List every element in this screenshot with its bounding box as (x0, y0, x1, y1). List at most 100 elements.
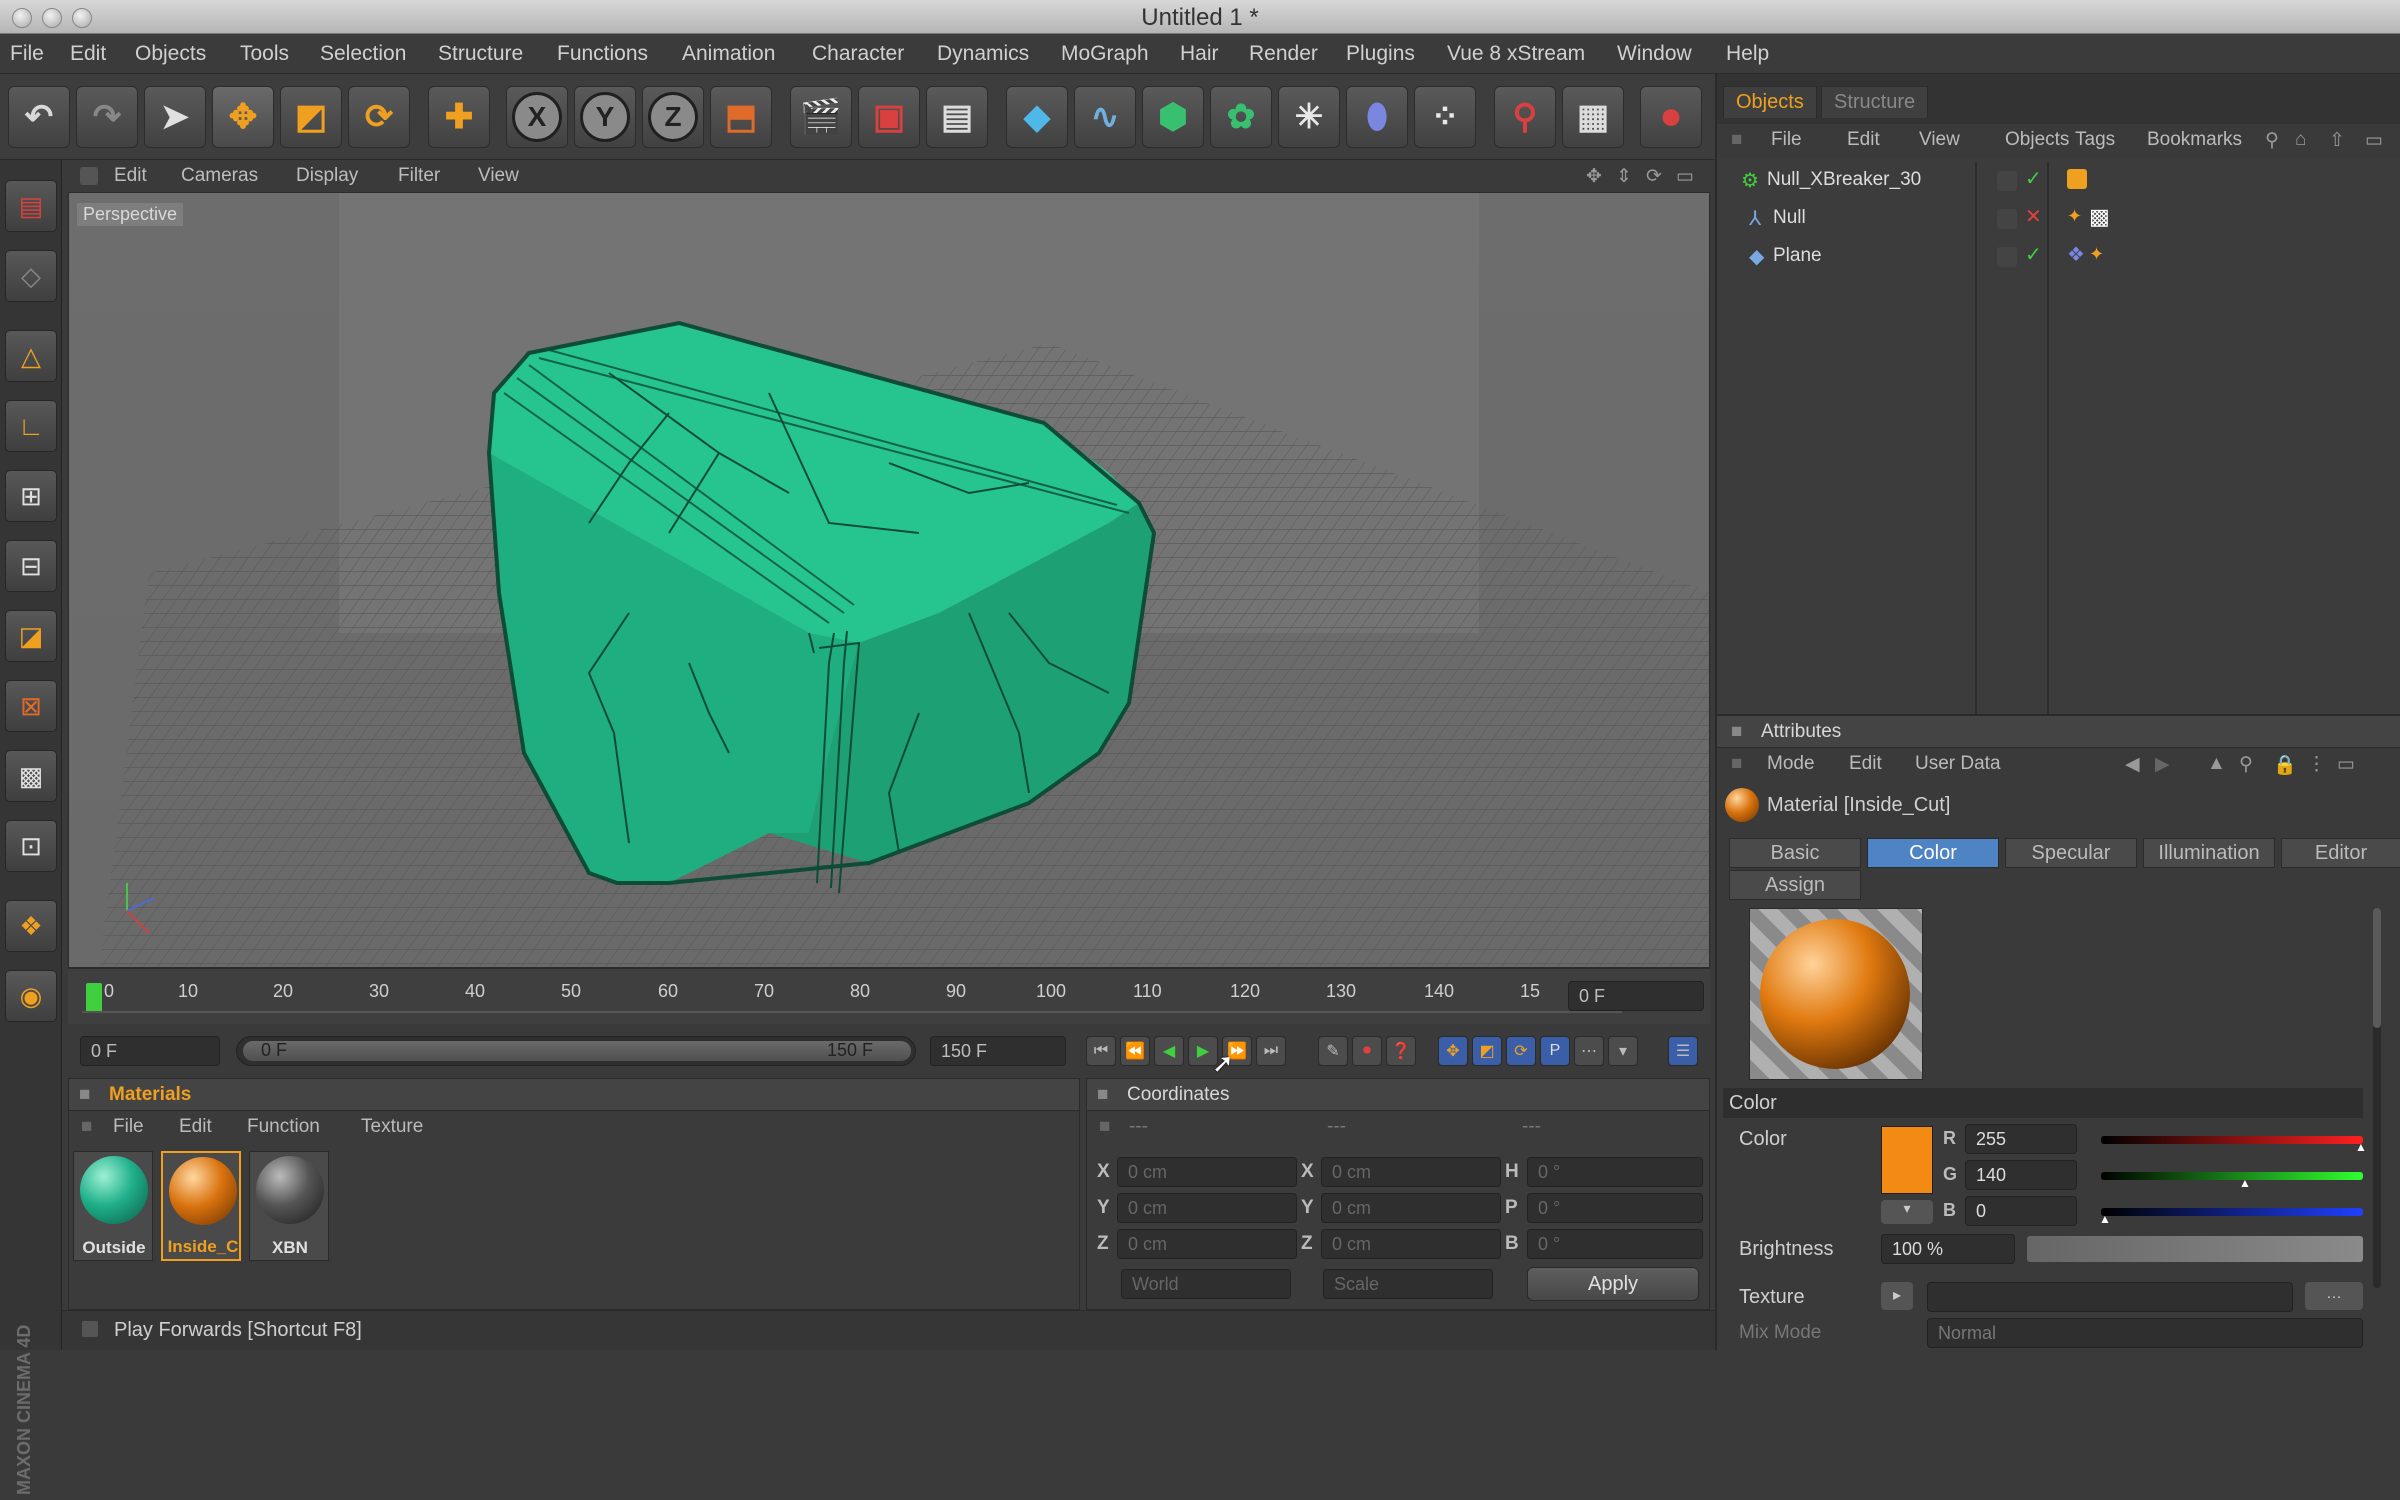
viewport-rotate-icon[interactable]: ⟳ (1646, 165, 1662, 188)
om-menu-file[interactable]: File (1771, 129, 1802, 151)
light-icon[interactable]: ⚲ (1494, 86, 1556, 148)
coordinates-toggle-icon[interactable]: ■ (1099, 1116, 1110, 1138)
dynamics-tag-icon[interactable]: ❖ (2067, 242, 2085, 267)
rot-p-field[interactable]: 0 ° (1527, 1193, 1703, 1223)
texture-menu-button[interactable]: ▸ (1881, 1282, 1913, 1310)
om-maximize-icon[interactable]: ▭ (2365, 129, 2383, 152)
enabled-check-icon[interactable]: ✓ (2025, 242, 2042, 267)
materials-menu-texture[interactable]: Texture (361, 1116, 423, 1138)
pos-y-field[interactable]: 0 cm (1117, 1193, 1297, 1223)
color-section-header[interactable]: Color (1723, 1088, 2363, 1118)
viewport-move-icon[interactable]: ✥ (1586, 165, 1602, 188)
undo-icon[interactable]: ↶ (8, 86, 70, 148)
blue-slider[interactable] (2101, 1208, 2363, 1216)
redo-icon[interactable]: ↷ (76, 86, 138, 148)
tab-illumination[interactable]: Illumination (2143, 838, 2275, 868)
workplane-icon[interactable]: ⊡ (5, 820, 57, 872)
viewport-toggle-icon[interactable] (80, 167, 98, 185)
blue-slider-handle[interactable]: ▲ (2099, 1212, 2111, 1226)
render-view-icon[interactable]: 🎬 (790, 86, 852, 148)
disabled-x-icon[interactable]: ✕ (2025, 204, 2042, 229)
menu-structure[interactable]: Structure (438, 42, 523, 66)
green-slider-handle[interactable]: ▲ (2239, 1176, 2251, 1190)
menu-functions[interactable]: Functions (557, 42, 648, 66)
start-frame-field[interactable]: 0 F (80, 1036, 220, 1066)
render-picture-viewer-icon[interactable]: ▣ (858, 86, 920, 148)
key-pla-icon[interactable]: ⋯ (1574, 1036, 1604, 1066)
tab-basic[interactable]: Basic (1729, 838, 1861, 868)
material-swatch-inside[interactable]: Inside_C (161, 1151, 241, 1261)
scale-icon[interactable]: ◩ (280, 86, 342, 148)
attr-menu-mode[interactable]: Mode (1767, 753, 1815, 775)
material-preview[interactable] (1749, 908, 1923, 1080)
sculpt-icon[interactable]: ◉ (5, 970, 57, 1022)
visibility-dots-icon[interactable] (1997, 247, 2017, 267)
om-menu-view[interactable]: View (1919, 129, 1960, 151)
size-mode-dropdown[interactable]: Scale (1323, 1269, 1493, 1299)
mix-mode-dropdown[interactable]: Normal (1927, 1318, 2363, 1348)
om-home-icon[interactable]: ⌂ (2295, 129, 2306, 151)
go-to-end-icon[interactable]: ⏭ (1256, 1036, 1286, 1066)
materials-menu-function[interactable]: Function (247, 1116, 320, 1138)
mograph-icon[interactable]: ⏺ (1640, 86, 1702, 148)
deformer-icon[interactable]: ⬮ (1346, 86, 1408, 148)
om-menu-bookmarks[interactable]: Bookmarks (2147, 129, 2242, 151)
material-swatch-xbn[interactable]: XBN (249, 1151, 329, 1261)
attr-menu-edit[interactable]: Edit (1849, 753, 1882, 775)
rot-h-field[interactable]: 0 ° (1527, 1157, 1703, 1187)
key-parameter-icon[interactable]: P (1540, 1036, 1570, 1066)
checker-icon[interactable]: ▩ (5, 750, 57, 802)
material-tag-icon[interactable]: ▩ (2089, 204, 2110, 230)
red-slider-handle[interactable]: ▲ (2355, 1140, 2367, 1154)
visibility-dots-icon[interactable] (1997, 171, 2017, 191)
camera-icon[interactable]: ▦ (1562, 86, 1624, 148)
go-to-start-icon[interactable]: ⏮ (1086, 1036, 1116, 1066)
tab-objects[interactable]: Objects (1723, 86, 1817, 118)
menu-character[interactable]: Character (812, 42, 904, 66)
menu-objects[interactable]: Objects (135, 42, 206, 66)
color-swatch[interactable] (1881, 1126, 1933, 1194)
om-menu-tags[interactable]: Tags (2075, 129, 2115, 151)
frame-range-thumb[interactable] (243, 1041, 911, 1061)
color-picker-button[interactable]: ▾ (1881, 1200, 1933, 1224)
record-active-icon[interactable]: ✎ (1318, 1036, 1348, 1066)
edges-mode-icon[interactable]: ⊟ (5, 540, 57, 592)
playhead-marker[interactable] (86, 983, 102, 1013)
menu-edit[interactable]: Edit (70, 42, 106, 66)
panel-toggle-icon[interactable]: ■ (1731, 721, 1742, 743)
om-menu-edit[interactable]: Edit (1847, 129, 1880, 151)
attr-options-icon[interactable]: ⋮ (2307, 753, 2326, 776)
tab-color[interactable]: Color (1867, 838, 1999, 868)
polygons-mode-icon[interactable]: ◪ (5, 610, 57, 662)
om-search-icon[interactable]: ⚲ (2265, 129, 2279, 152)
back-arrow-icon[interactable]: ◀ (2125, 753, 2140, 776)
uv-mode-icon[interactable]: ⊠ (5, 680, 57, 732)
key-options-icon[interactable]: ▾ (1608, 1036, 1638, 1066)
menu-file[interactable]: File (10, 42, 44, 66)
scene-icon[interactable]: ⁘ (1414, 86, 1476, 148)
texture-browse-button[interactable]: … (2305, 1282, 2363, 1310)
pos-z-field[interactable]: 0 cm (1117, 1229, 1297, 1259)
menu-dynamics[interactable]: Dynamics (937, 42, 1029, 66)
rotate-icon[interactable]: ⟳ (348, 86, 410, 148)
frame-range-slider[interactable]: 0 F 150 F (236, 1036, 916, 1066)
menu-animation[interactable]: Animation (682, 42, 775, 66)
move-icon[interactable]: ✥ (212, 86, 274, 148)
menu-help[interactable]: Help (1726, 42, 1769, 66)
world-axis-icon[interactable]: ✚ (428, 86, 490, 148)
viewport-menu-view[interactable]: View (478, 165, 519, 187)
nurbs-icon[interactable]: ⬢ (1142, 86, 1204, 148)
material-swatch-outside[interactable]: Outside (73, 1151, 153, 1261)
tab-specular[interactable]: Specular (2005, 838, 2137, 868)
key-rotation-icon[interactable]: ⟳ (1506, 1036, 1536, 1066)
axis-mode-icon[interactable]: ∟ (5, 400, 57, 452)
red-value-field[interactable]: 255 (1965, 1124, 2077, 1154)
spline-icon[interactable]: ∿ (1074, 86, 1136, 148)
enabled-check-icon[interactable]: ✓ (2025, 166, 2042, 191)
coordinate-system-icon[interactable]: ⬒ (710, 86, 772, 148)
cube-primitive-icon[interactable]: ◆ (1006, 86, 1068, 148)
autokey-icon[interactable]: ❓ (1386, 1036, 1416, 1066)
x-axis-icon[interactable]: X (506, 86, 568, 148)
tab-editor[interactable]: Editor (2281, 838, 2400, 868)
phong-tag-icon[interactable]: ✦ (2067, 206, 2082, 227)
